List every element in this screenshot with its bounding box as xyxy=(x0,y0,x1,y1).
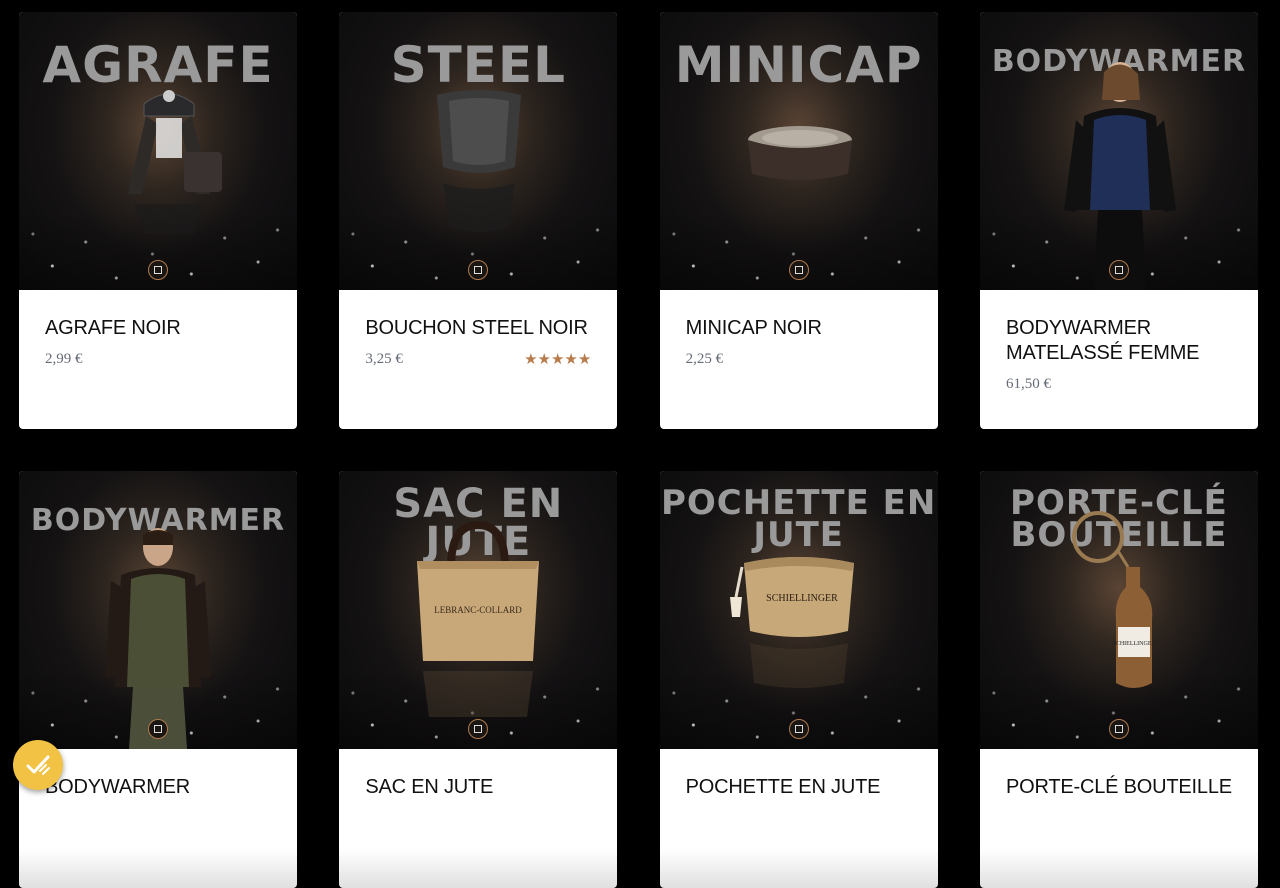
product-price: 2,99 € xyxy=(45,351,83,367)
product-name[interactable]: POCHETTE EN JUTE xyxy=(686,775,912,800)
card-bottom-fade xyxy=(659,848,938,888)
bottle-stopper-icon xyxy=(437,90,522,232)
product-image[interactable]: BODYWARMER xyxy=(979,12,1258,290)
product-image[interactable]: POCHETTE EN JUTE SCHIELLINGER xyxy=(659,471,938,749)
product-name[interactable]: AGRAFE NOIR xyxy=(45,316,271,341)
product-hero-title: STEEL xyxy=(390,36,566,94)
brand-logo-icon xyxy=(788,719,809,739)
product-name[interactable]: MINICAP NOIR xyxy=(686,316,912,341)
product-name[interactable]: BODYWARMER MATELASSÉ FEMME xyxy=(1006,316,1232,366)
svg-text:SCHIELLINGER: SCHIELLINGER xyxy=(766,593,838,604)
product-name[interactable]: BODYWARMER xyxy=(45,775,271,800)
checklist-badge-button[interactable] xyxy=(13,740,63,790)
brand-logo-icon xyxy=(148,719,168,739)
product-price: 2,25 € xyxy=(685,351,724,367)
jute-pouch-icon: SCHIELLINGER xyxy=(729,557,854,688)
product-image[interactable]: PORTE-CLÉ BOUTEILLE SCHIELLINGER xyxy=(979,471,1258,749)
product-card[interactable]: STEEL BOUCHON STEEL NOIR 3,25 € ★★★★★ xyxy=(339,12,618,429)
product-hero-title: MINICAP xyxy=(674,36,923,94)
product-name[interactable]: PORTE-CLÉ BOUTEILLE xyxy=(1006,775,1232,800)
card-bottom-fade xyxy=(979,848,1258,888)
product-image[interactable]: MINICAP xyxy=(659,12,938,290)
svg-text:SCHIELLINGER: SCHIELLINGER xyxy=(1112,641,1155,647)
product-name[interactable]: SAC EN JUTE xyxy=(365,775,591,800)
brand-logo-icon xyxy=(1108,260,1129,280)
brand-logo-icon xyxy=(1108,719,1129,739)
checklist-badge-icon xyxy=(26,755,50,775)
product-card[interactable]: BODYWARMER BODYWARMER xyxy=(19,471,297,888)
brand-logo-icon xyxy=(468,719,489,739)
product-card[interactable]: MINICAP MINICAP NOIR 2,25 € xyxy=(659,12,938,429)
brand-logo-icon xyxy=(468,260,489,280)
woman-vest-icon xyxy=(1063,62,1176,290)
jute-bag-icon: LEBRANC-COLLARD xyxy=(417,521,540,717)
bottle-keyring-icon: SCHIELLINGER xyxy=(1071,511,1155,688)
product-card[interactable]: BODYWARMER BODYWARMER MATELASSÉ FEMME 61… xyxy=(979,12,1258,429)
card-bottom-fade xyxy=(339,848,618,888)
product-grid: AGRAFE AGRAFE NOIR 2,99 € STEEL BOUCHON … xyxy=(19,12,1258,888)
product-card[interactable]: PORTE-CLÉ BOUTEILLE SCHIELLINGER PORTE-C… xyxy=(979,471,1258,888)
svg-text:LEBRANC-COLLARD: LEBRANC-COLLARD xyxy=(435,605,523,615)
product-image[interactable]: BODYWARMER xyxy=(19,471,297,749)
brand-logo-icon xyxy=(148,260,168,280)
product-card[interactable]: POCHETTE EN JUTE SCHIELLINGER POCHETTE E… xyxy=(659,471,938,888)
card-bottom-fade xyxy=(19,848,297,888)
brand-logo-icon xyxy=(788,260,809,280)
product-hero-title: POCHETTE EN JUTE xyxy=(660,483,937,556)
product-image[interactable]: SAC EN JUTE LEBRANC-COLLARD xyxy=(339,471,618,749)
product-image[interactable]: STEEL xyxy=(339,12,618,290)
product-card[interactable]: SAC EN JUTE LEBRANC-COLLARD SAC EN JUTE xyxy=(339,471,618,888)
product-price: 61,50 € xyxy=(1005,376,1051,392)
rating-stars: ★★★★★ xyxy=(524,351,592,368)
minicap-icon xyxy=(747,126,852,180)
product-image[interactable]: AGRAFE xyxy=(19,12,297,290)
man-vest-icon xyxy=(105,528,211,749)
product-name[interactable]: BOUCHON STEEL NOIR xyxy=(365,316,591,341)
champagne-cage-icon xyxy=(128,90,222,234)
product-card[interactable]: AGRAFE AGRAFE NOIR 2,99 € xyxy=(19,12,297,429)
